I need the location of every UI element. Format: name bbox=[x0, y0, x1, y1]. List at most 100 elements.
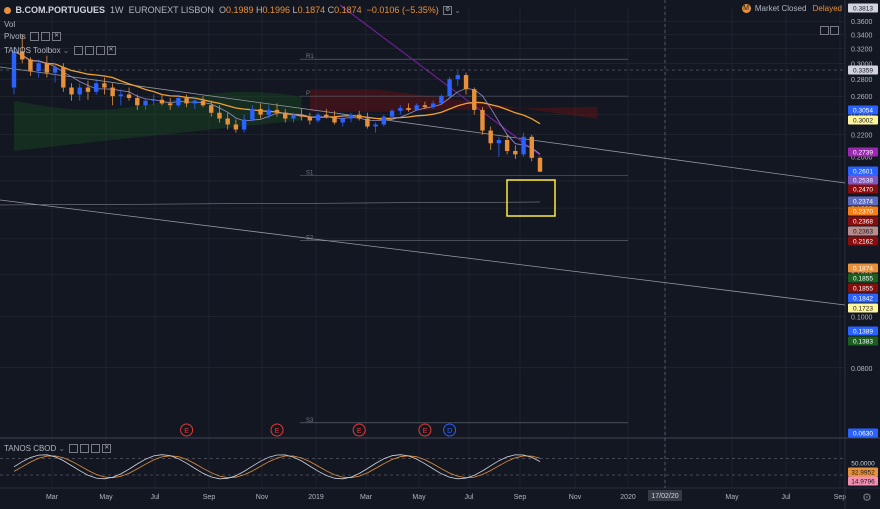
candle-body bbox=[266, 109, 271, 115]
pane-controls bbox=[820, 22, 840, 40]
candle-body bbox=[455, 75, 461, 80]
symbol-name[interactable]: B.COM.PORTUGUES bbox=[16, 5, 106, 15]
x-tick-label: Sep bbox=[834, 494, 847, 501]
close-icon[interactable]: ✕ bbox=[106, 46, 116, 56]
market-status: M Market Closed Delayed bbox=[741, 4, 842, 14]
candle-body bbox=[184, 98, 189, 104]
candle-body bbox=[102, 83, 107, 88]
candle-body bbox=[69, 87, 74, 95]
toolbox-legend[interactable]: TANOS Toolbox ⌄ ✕ bbox=[4, 45, 116, 57]
event-marker-label: D bbox=[447, 428, 452, 435]
candle-body bbox=[463, 75, 469, 90]
price-axis-tag-label: 0.2370 bbox=[853, 209, 873, 216]
candle-body bbox=[398, 108, 403, 111]
gear-icon[interactable] bbox=[95, 46, 105, 56]
gear-icon[interactable] bbox=[91, 444, 101, 454]
candle-body bbox=[192, 100, 198, 104]
x-tick-label: May bbox=[99, 494, 113, 501]
price-axis-tag-label: 0.1383 bbox=[853, 339, 873, 346]
candle-body bbox=[307, 116, 313, 121]
price-axis-tag: 0.0630 bbox=[848, 428, 878, 438]
x-tick-label: May bbox=[412, 494, 426, 501]
volume-legend[interactable]: Vol bbox=[4, 19, 15, 31]
candle-body bbox=[521, 136, 526, 155]
x-tick-label: May bbox=[725, 494, 739, 501]
settings-icon[interactable] bbox=[84, 46, 94, 56]
chart-canvas[interactable]: Mar May Jul Sep Nov 2019 Mar May Jul Sep Nov 2020 Ma… bbox=[0, 0, 880, 509]
chevron-down-icon[interactable]: ⌄ bbox=[58, 444, 65, 453]
candle-body bbox=[315, 114, 321, 121]
candle-body bbox=[225, 118, 230, 125]
candle-body bbox=[422, 105, 428, 108]
candle-body bbox=[167, 103, 173, 106]
chevron-down-icon[interactable]: ⌄ bbox=[454, 6, 461, 15]
price-axis-tag-label: 0.1723 bbox=[853, 306, 873, 313]
price-axis-tag-label: 0.3359 bbox=[853, 68, 873, 75]
price-axis-tag: 0.3002 bbox=[848, 115, 878, 125]
eye-icon[interactable] bbox=[69, 444, 79, 454]
eye-icon[interactable] bbox=[30, 32, 40, 42]
candle-body bbox=[291, 114, 296, 119]
low-value: 0.1874 bbox=[297, 5, 326, 15]
oscillator-axis-tag-label: 50.0000 bbox=[851, 461, 875, 468]
candle-body bbox=[233, 124, 239, 130]
price-axis-tag: 0.2370 bbox=[848, 206, 878, 216]
candle-body bbox=[200, 100, 206, 106]
price-axis-tag: 0.2374 bbox=[848, 196, 878, 206]
price-axis-tag: 0.1389 bbox=[848, 326, 878, 336]
chevron-down-icon[interactable]: ⌄ bbox=[63, 46, 70, 55]
candle-body bbox=[93, 83, 99, 92]
y-tick-label: 0.0800 bbox=[851, 366, 873, 373]
close-value: 0.1874 bbox=[334, 5, 362, 15]
open-value: 0.1989 bbox=[225, 5, 254, 15]
market-status-icon: M bbox=[741, 4, 751, 14]
price-axis-tag: 0.2739 bbox=[848, 147, 878, 157]
candle-body bbox=[430, 103, 436, 108]
eye-icon[interactable] bbox=[73, 46, 83, 56]
candle-body bbox=[159, 99, 165, 104]
candle-body bbox=[537, 157, 543, 172]
settings-icon[interactable]: ⚙ bbox=[443, 6, 453, 16]
oscillator-axis-tag: 50.0000 bbox=[848, 458, 878, 468]
exchange-label: EURONEXT LISBON bbox=[128, 5, 214, 15]
price-axis-tag: 0.1874 bbox=[848, 263, 878, 273]
candle-body bbox=[77, 87, 82, 95]
chart-header: B.COM.PORTUGUES 1W EURONEXT LISBON O0.19… bbox=[4, 3, 461, 17]
pivot-level-label: S3 bbox=[306, 418, 314, 424]
delayed-label: Delayed bbox=[812, 4, 842, 13]
candle-body bbox=[480, 109, 485, 131]
oscillator-legend[interactable]: TANOS CBOD ⌄ ✕ bbox=[4, 443, 112, 455]
price-axis-tag-label: 0.2739 bbox=[853, 150, 873, 157]
price-axis-tag: 0.2162 bbox=[848, 236, 878, 246]
price-axis-tag-label: 0.1855 bbox=[853, 286, 873, 293]
event-marker-label: E bbox=[357, 428, 362, 435]
collapse-icon[interactable] bbox=[830, 26, 839, 35]
close-icon[interactable]: ✕ bbox=[102, 444, 112, 454]
x-tick-label: Nov bbox=[569, 494, 582, 501]
candle-body bbox=[356, 114, 362, 119]
volume-label: Vol bbox=[4, 20, 16, 29]
pivot-level-label: S1 bbox=[306, 171, 314, 177]
oscillator-axis-tag-label: 14.9796 bbox=[851, 479, 875, 486]
price-axis-tag-label: 0.2601 bbox=[853, 169, 873, 176]
x-tick-label: Jul bbox=[465, 494, 474, 501]
settings-icon[interactable] bbox=[41, 32, 51, 42]
change-value: −0.0106 (−5.35%) bbox=[366, 5, 439, 15]
gear-icon[interactable]: ⚙ bbox=[862, 491, 872, 504]
price-axis-tag-label: 0.0630 bbox=[853, 431, 873, 438]
crosshair-date-label: 17/02/20 bbox=[651, 493, 678, 500]
candle-body bbox=[406, 108, 411, 110]
price-axis-tag: 0.3813 bbox=[848, 3, 878, 13]
price-axis-tag: 0.2368 bbox=[848, 216, 878, 226]
candle-body bbox=[365, 118, 370, 127]
pivots-legend[interactable]: Pivots ✕ bbox=[4, 31, 62, 43]
y-tick-label: 0.2600 bbox=[851, 94, 873, 101]
price-axis-tag: 0.1723 bbox=[848, 303, 878, 313]
close-icon[interactable]: ✕ bbox=[52, 32, 62, 42]
settings-icon[interactable] bbox=[80, 444, 90, 454]
candle-body bbox=[472, 89, 477, 110]
interval-label[interactable]: 1W bbox=[110, 5, 124, 15]
maximize-icon[interactable] bbox=[820, 26, 829, 35]
candle-body bbox=[209, 105, 214, 113]
candle-body bbox=[217, 112, 222, 119]
